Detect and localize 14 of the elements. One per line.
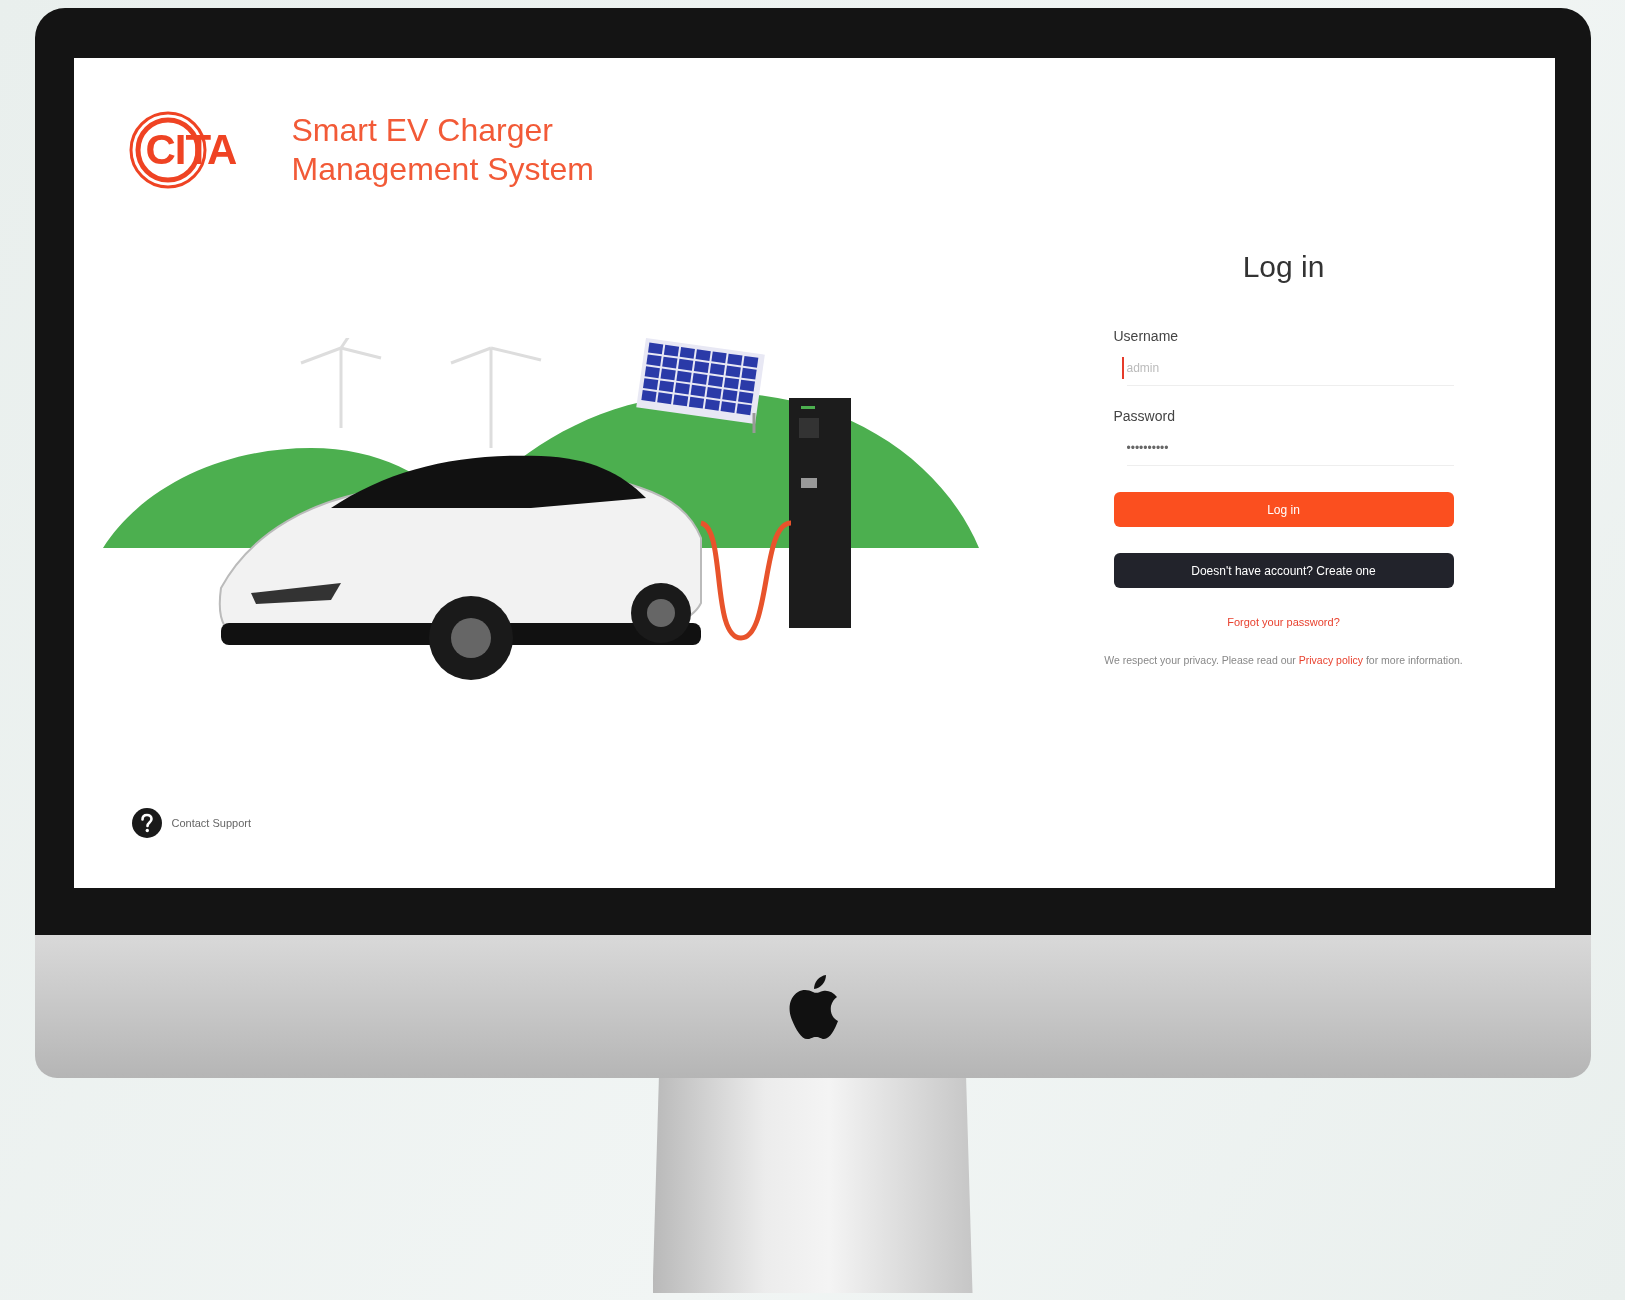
- forgot-password-link[interactable]: Forgot your password?: [1227, 616, 1340, 628]
- privacy-policy-link[interactable]: Privacy policy: [1298, 654, 1363, 666]
- input-field[interactable]: admin: [1126, 350, 1454, 386]
- field-label: Username: [1113, 328, 1179, 344]
- login-title: Log in: [1242, 250, 1325, 284]
- app-title: Smart EV Charger: [291, 111, 554, 150]
- app-title: Management System: [291, 150, 594, 189]
- input-field[interactable]: ••••••••••: [1126, 430, 1454, 466]
- create-account-button[interactable]: Doesn't have account? Create one: [1113, 553, 1454, 588]
- contact-support-link[interactable]: Contact Support: [171, 817, 251, 829]
- privacy-notice: We respect your privacy. Please read our Privacy policy for more information.: [1104, 654, 1463, 666]
- field-label: Password: [1113, 408, 1175, 424]
- login-button[interactable]: Log in: [1113, 492, 1454, 527]
- help-icon[interactable]: [131, 808, 162, 838]
